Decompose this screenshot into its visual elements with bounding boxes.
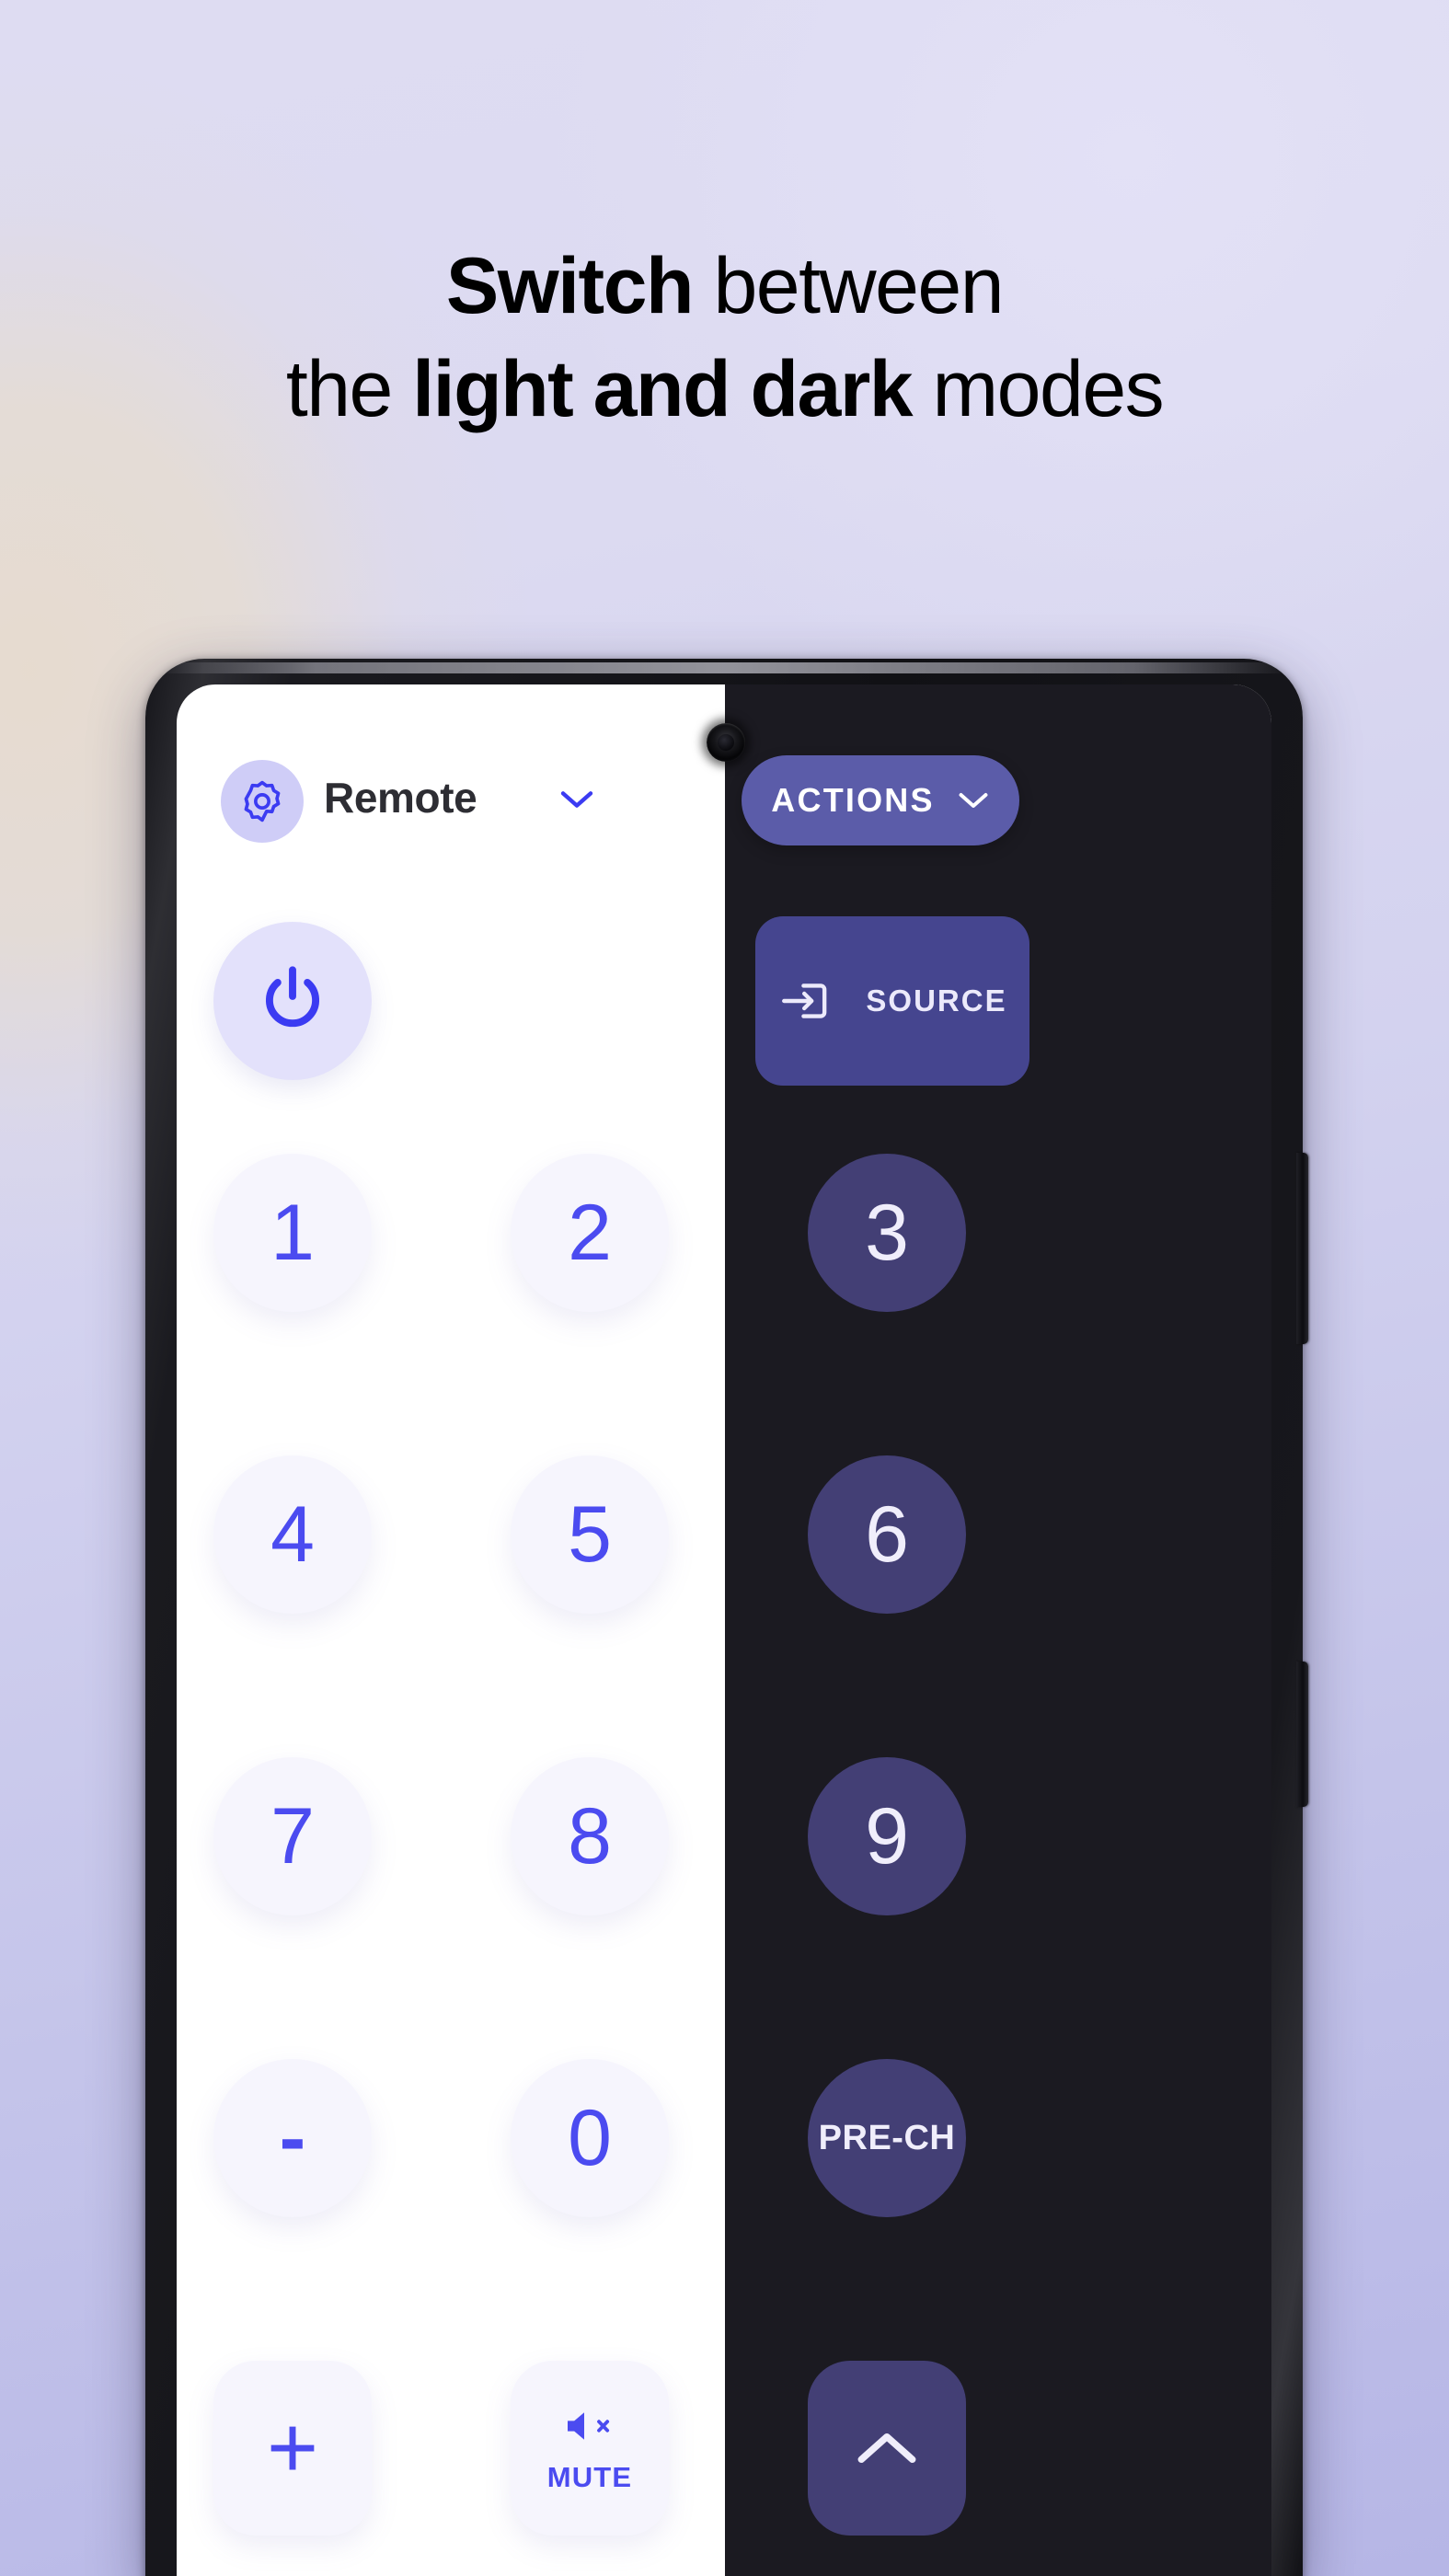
- phone-volume-rocker[interactable]: [1296, 1153, 1308, 1344]
- phone-frame-highlight: [156, 662, 1292, 673]
- plus-icon: +: [266, 2398, 319, 2498]
- key-7[interactable]: 7: [213, 1757, 372, 1915]
- key-label: 1: [270, 1189, 315, 1277]
- headline-line2-bold: light and dark: [412, 345, 913, 433]
- channel-up-button[interactable]: [808, 2361, 966, 2536]
- key-label: 5: [568, 1490, 612, 1579]
- chevron-down-icon: [959, 793, 988, 808]
- key-5[interactable]: 5: [511, 1455, 669, 1614]
- key-label: 6: [865, 1490, 909, 1579]
- chevron-down-icon: [560, 791, 593, 808]
- remote-dropdown-toggle[interactable]: [558, 788, 595, 811]
- key-label: PRE-CH: [818, 2119, 956, 2157]
- front-camera-icon: [707, 723, 745, 762]
- key-8[interactable]: 8: [511, 1757, 669, 1915]
- input-arrow-icon: [782, 983, 827, 1018]
- key-4[interactable]: 4: [213, 1455, 372, 1614]
- key-label: 9: [865, 1792, 909, 1880]
- phone-screen: Remote ACTIONS: [177, 684, 1271, 2576]
- key-2[interactable]: 2: [511, 1154, 669, 1312]
- key-label: 7: [270, 1792, 315, 1880]
- key-minus[interactable]: -: [213, 2059, 372, 2217]
- key-0[interactable]: 0: [511, 2059, 669, 2217]
- source-button[interactable]: SOURCE: [755, 916, 1029, 1086]
- key-prech[interactable]: PRE-CH: [808, 2059, 966, 2217]
- key-label: 4: [270, 1490, 315, 1579]
- phone-mockup: Remote ACTIONS: [145, 659, 1308, 2576]
- power-button[interactable]: [213, 922, 372, 1080]
- headline-line1-rest: between: [693, 242, 1004, 330]
- key-9[interactable]: 9: [808, 1757, 966, 1915]
- volume-up-button[interactable]: +: [213, 2361, 372, 2536]
- key-1[interactable]: 1: [213, 1154, 372, 1312]
- mute-button[interactable]: MUTE: [511, 2361, 669, 2536]
- key-label: -: [279, 2094, 306, 2182]
- headline-line1-bold: Switch: [445, 242, 695, 330]
- key-3[interactable]: 3: [808, 1154, 966, 1312]
- key-label: 3: [865, 1189, 909, 1277]
- key-label: 0: [568, 2094, 612, 2182]
- key-label: 2: [568, 1189, 612, 1277]
- source-label: SOURCE: [866, 983, 1007, 1018]
- mute-label: MUTE: [546, 2461, 633, 2493]
- gear-icon: [244, 780, 281, 822]
- headline-line2-rest: modes: [912, 345, 1165, 433]
- page-title: Switch between the light and dark modes: [0, 247, 1449, 429]
- key-6[interactable]: 6: [808, 1455, 966, 1614]
- headline-line2-pre: the: [285, 345, 413, 433]
- promo-screenshot: Switch between the light and dark modes: [0, 0, 1449, 2576]
- settings-button[interactable]: [221, 760, 304, 843]
- power-icon: [266, 966, 319, 1028]
- key-label: 8: [568, 1792, 612, 1880]
- chevron-up-icon: [857, 2432, 916, 2464]
- actions-button[interactable]: ACTIONS: [742, 755, 1019, 845]
- remote-title: Remote: [324, 774, 477, 822]
- actions-label: ACTIONS: [771, 781, 935, 819]
- phone-power-key[interactable]: [1296, 1662, 1308, 1807]
- speaker-mute-icon: [568, 2412, 610, 2440]
